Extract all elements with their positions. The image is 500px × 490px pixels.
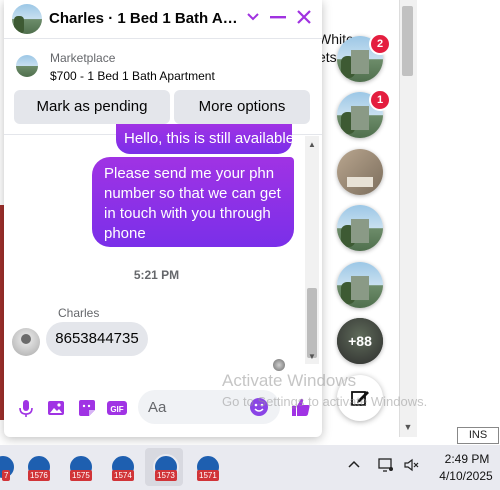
outgoing-message: Please send me your phn number so that w… [92,157,294,247]
mark-as-pending-button[interactable]: Mark as pending [14,90,170,124]
taskbar-app[interactable]: 1574 [102,448,140,486]
sticker-icon[interactable] [77,398,97,418]
sender-avatar[interactable] [12,328,40,356]
seen-indicator-avatar [273,359,285,371]
photo-icon[interactable] [46,398,66,418]
scroll-down-icon[interactable]: ▼ [401,422,415,434]
speaker-muted-icon[interactable] [404,458,420,472]
clock-time[interactable]: 2:49 PM [442,452,492,466]
svg-text:GIF: GIF [110,405,123,414]
activation-watermark-subtitle: Go to Settings to activate Windows. [222,394,428,409]
microphone-icon[interactable] [16,398,36,418]
chat-title[interactable]: Charles · 1 Bed 1 Bath Apartment [49,10,245,27]
network-icon[interactable] [378,458,394,472]
background-right-panel [417,0,500,425]
listing-title[interactable]: $700 - 1 Bed 1 Bath Apartment [50,69,215,83]
message-scrollbar-thumb[interactable] [307,288,317,358]
scroll-down-icon[interactable]: ▼ [306,352,318,361]
activation-watermark-title: Activate Windows [222,371,357,390]
unread-badge: 2 [369,33,391,55]
outgoing-message: Hello, this is still available [116,124,292,154]
chevron-up-icon[interactable] [348,458,360,472]
contact-avatar[interactable] [12,4,42,34]
scroll-up-icon[interactable]: ▲ [306,140,318,149]
taskbar-badge: 1574 [112,470,134,481]
message-input-placeholder[interactable]: Aa [148,399,166,416]
sender-name: Charles [58,306,100,320]
chevron-down-icon[interactable] [246,9,260,25]
unread-badge: 1 [369,89,391,111]
insert-mode-indicator: INS [457,427,499,444]
clock-date[interactable]: 4/10/2025 [436,469,496,483]
more-options-button[interactable]: More options [174,90,310,124]
divider [4,38,322,39]
taskbar-app[interactable]: 7 [0,448,20,486]
chat-head[interactable] [337,149,383,195]
message-timestamp: 5:21 PM [133,268,180,282]
taskbar-badge: 1573 [155,470,177,481]
chat-head[interactable] [337,262,383,308]
taskbar-app[interactable]: 1575 [60,448,98,486]
taskbar-badge: 1571 [197,470,219,481]
taskbar-badge: 7 [2,470,11,481]
taskbar-badge: 1576 [28,470,50,481]
more-chats-button[interactable]: +88 [337,318,383,364]
close-icon[interactable] [295,8,313,26]
minimize-icon[interactable] [270,8,286,26]
taskbar-app[interactable]: 1571 [187,448,225,486]
taskbar-app[interactable]: 1576 [18,448,56,486]
listing-thumbnail[interactable] [16,55,38,77]
message-text: Please send me your phn number so that w… [104,165,281,242]
taskbar-badge: 1575 [70,470,92,481]
gif-icon[interactable]: GIF [107,398,127,418]
incoming-message: 8653844735 [46,322,148,356]
message-text: Hello, this is still available [124,130,292,147]
page-scrollbar-thumb[interactable] [402,6,413,76]
marketplace-label: Marketplace [50,51,116,65]
chat-header[interactable]: Charles · 1 Bed 1 Bath Apartment [4,0,322,38]
more-chats-count: +88 [348,333,372,349]
chat-head[interactable] [337,205,383,251]
taskbar-app-active[interactable]: 1573 [145,448,183,486]
